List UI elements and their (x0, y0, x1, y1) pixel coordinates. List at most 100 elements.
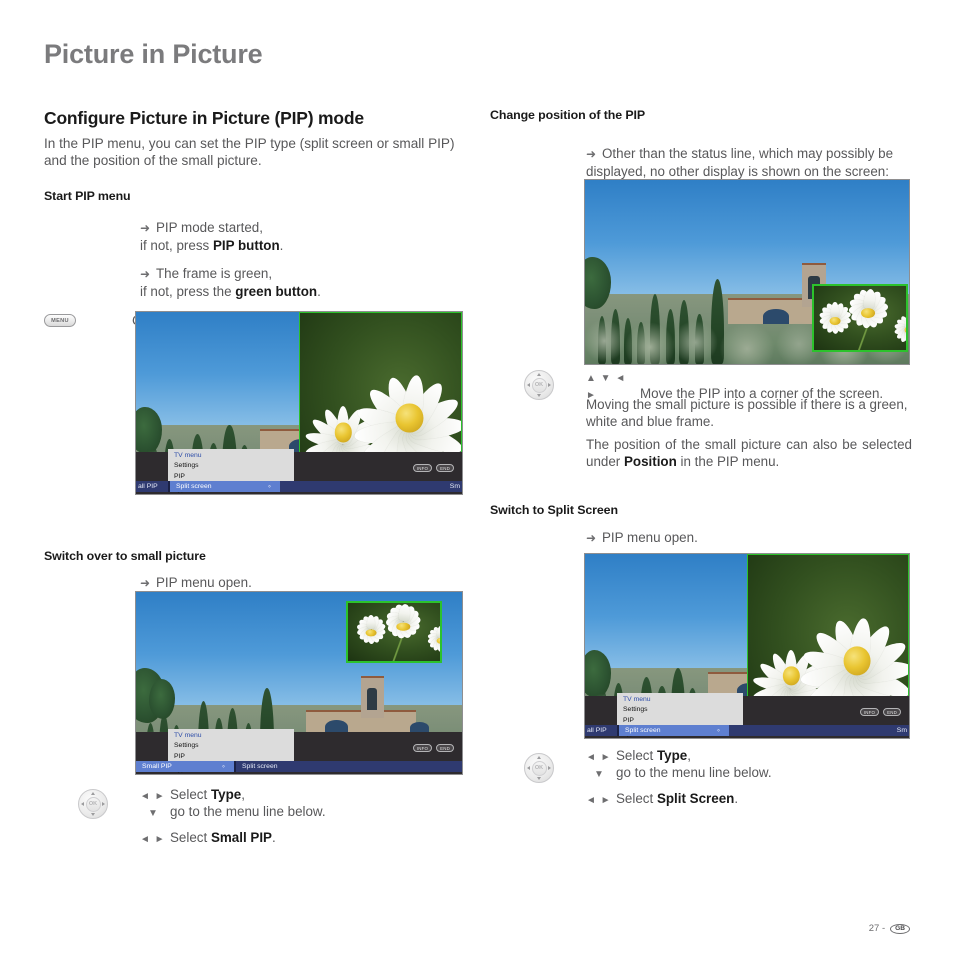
osd-updown-icon: ‹› (717, 727, 720, 734)
select-label: Select (616, 748, 657, 763)
subheading-switch-split-screen: Switch to Split Screen (490, 503, 618, 517)
dpad-up-icon[interactable] (537, 372, 542, 376)
down-arrow-key-icon: ▼ (148, 808, 159, 819)
osd-menu-item-0[interactable]: TV menu (168, 731, 294, 741)
step-line2-bold: PIP button (212, 238, 280, 253)
step-line2-pre: if not, press the (140, 284, 236, 299)
manual-page: Picture in Picture Configure Picture in … (0, 0, 954, 954)
osd-menu-panel[interactable]: TV menu Settings PIP Type (168, 449, 294, 493)
dpad-ok-button[interactable]: OK (85, 796, 101, 812)
select-target: Type (656, 748, 688, 763)
intro-paragraph: In the PIP menu, you can set the PIP typ… (44, 136, 455, 168)
pip-menu-open-text: PIP menu open. (156, 575, 252, 590)
daisy-large (379, 603, 427, 645)
right-para-moving: Moving the small picture is possible if … (586, 397, 908, 429)
osd-menu-item-1[interactable]: Settings (617, 705, 743, 715)
osd-softkeys[interactable]: INFO END (412, 744, 454, 752)
bullet-arrow-icon: ➜ (586, 147, 596, 161)
tv-screenshot-split-screen-menu-right: TV menu Settings PIP Type INFO END all P… (584, 553, 910, 739)
osd-key-end[interactable]: END (436, 744, 454, 752)
select-label: Select (616, 791, 657, 806)
step-text: The frame is green, (156, 266, 273, 281)
dpad-down-icon[interactable] (91, 813, 96, 817)
menu-button-key[interactable]: MENU (44, 314, 76, 327)
bullet-arrow-icon: ➜ (586, 531, 596, 545)
select-suffix: , (241, 787, 245, 802)
osd-key-end[interactable]: END (883, 708, 901, 716)
page-number: 27 - (868, 923, 886, 934)
step-frame-is-green: ➜ The frame is green, if not, press the g… (140, 265, 464, 300)
osd-menu-panel[interactable]: TV menu Settings PIP Type (617, 693, 743, 737)
osd-option-bar[interactable]: all PIP Split screen ‹› Sm (585, 725, 909, 736)
left-step-select-small-pip: ◄ ► Select Small PIP. (140, 829, 276, 848)
osd-key-info[interactable]: INFO (412, 744, 433, 752)
dpad-up-icon[interactable] (91, 791, 96, 795)
osd-option-label: Split screen (625, 727, 661, 734)
osd-option-split-screen-selected[interactable]: Split screen ‹› (170, 481, 280, 492)
step-line2-post: . (317, 284, 321, 299)
osd-option-empty (346, 761, 462, 772)
select-target: Type (210, 787, 242, 802)
go-below-text: go to the menu line below. (170, 804, 326, 819)
osd-option-label: Small PIP (142, 763, 172, 770)
dpad-down-icon[interactable] (537, 777, 542, 781)
right-note-status-line: ➜ Other than the status line, which may p… (586, 145, 910, 180)
dpad-up-icon[interactable] (537, 755, 542, 759)
osd-option-next-truncated[interactable]: Sm (729, 725, 909, 736)
osd-option-small-pip-selected[interactable]: Small PIP ‹› (136, 761, 234, 772)
select-target: Split Screen (656, 791, 735, 806)
osd-option-small-pip-truncated[interactable]: all PIP (136, 481, 168, 492)
pip-window[interactable] (812, 284, 908, 352)
dpad-left-icon[interactable] (526, 766, 530, 771)
osd-option-split-screen-selected[interactable]: Split screen ‹› (619, 725, 729, 736)
osd-menu-item-1[interactable]: Settings (168, 741, 294, 751)
osd-key-info[interactable]: INFO (859, 708, 880, 716)
dpad-left-icon[interactable] (80, 802, 84, 807)
language-badge: GB (890, 923, 910, 934)
dpad-right-icon[interactable] (102, 802, 106, 807)
down-arrow-key-icon: ▼ (594, 769, 605, 780)
tv-screenshot-split-screen-menu: TV menu Settings PIP Type INFO END all P… (135, 311, 463, 495)
osd-menu-item-1[interactable]: Settings (168, 461, 294, 471)
left-right-arrow-keys-icon: ◄ ► (586, 795, 612, 806)
osd-key-end[interactable]: END (436, 464, 454, 472)
osd-option-bar[interactable]: Small PIP ‹› Split screen (136, 761, 462, 772)
osd-softkeys[interactable]: INFO END (859, 708, 901, 716)
osd-key-info[interactable]: INFO (412, 464, 433, 472)
dpad-right-icon[interactable] (548, 383, 552, 388)
right-navigation-wheel-split[interactable]: OK (524, 753, 554, 783)
osd-option-next-truncated[interactable]: Sm (280, 481, 462, 492)
daisy-large (843, 288, 893, 333)
left-pip-menu-open: ➜ PIP menu open. (140, 574, 252, 592)
pip-menu-open-text: PIP menu open. (602, 530, 698, 545)
osd-option-bar[interactable]: all PIP Split screen ‹› Sm (136, 481, 462, 492)
osd-option-label: Split screen (176, 483, 212, 490)
go-below-text: go to the menu line below. (616, 765, 772, 780)
dpad-ok-button[interactable]: OK (531, 760, 547, 776)
dpad-left-icon[interactable] (526, 383, 530, 388)
subheading-switch-small-picture: Switch over to small picture (44, 549, 206, 563)
dpad-down-icon[interactable] (537, 394, 542, 398)
osd-menu-item-0[interactable]: TV menu (617, 695, 743, 705)
select-suffix: , (687, 748, 691, 763)
right-navigation-wheel-move[interactable]: OK (524, 370, 554, 400)
select-label: Select (170, 787, 211, 802)
dpad-ok-button[interactable]: OK (531, 377, 547, 393)
subheading-change-position: Change position of the PIP (490, 108, 646, 122)
section-heading: Configure Picture in Picture (PIP) mode (44, 108, 364, 128)
pip-window[interactable] (346, 601, 442, 663)
position-post: in the PIP menu. (676, 454, 780, 469)
dpad-right-icon[interactable] (548, 766, 552, 771)
note-text: Other than the status line, which may po… (586, 146, 894, 179)
bullet-arrow-icon: ➜ (140, 221, 150, 235)
left-navigation-wheel[interactable]: OK (78, 789, 108, 819)
osd-option-small-pip-truncated[interactable]: all PIP (585, 725, 617, 736)
osd-menu-item-0[interactable]: TV menu (168, 451, 294, 461)
subheading-start-pip-menu: Start PIP menu (44, 189, 131, 203)
select-target: Small PIP (210, 830, 272, 845)
osd-softkeys[interactable]: INFO END (412, 464, 454, 472)
bullet-arrow-icon: ➜ (140, 267, 150, 281)
osd-menu-panel[interactable]: TV menu Settings PIP Type (168, 729, 294, 773)
osd-option-split-screen[interactable]: Split screen (236, 761, 346, 772)
step-line2-pre: if not, press (140, 238, 213, 253)
